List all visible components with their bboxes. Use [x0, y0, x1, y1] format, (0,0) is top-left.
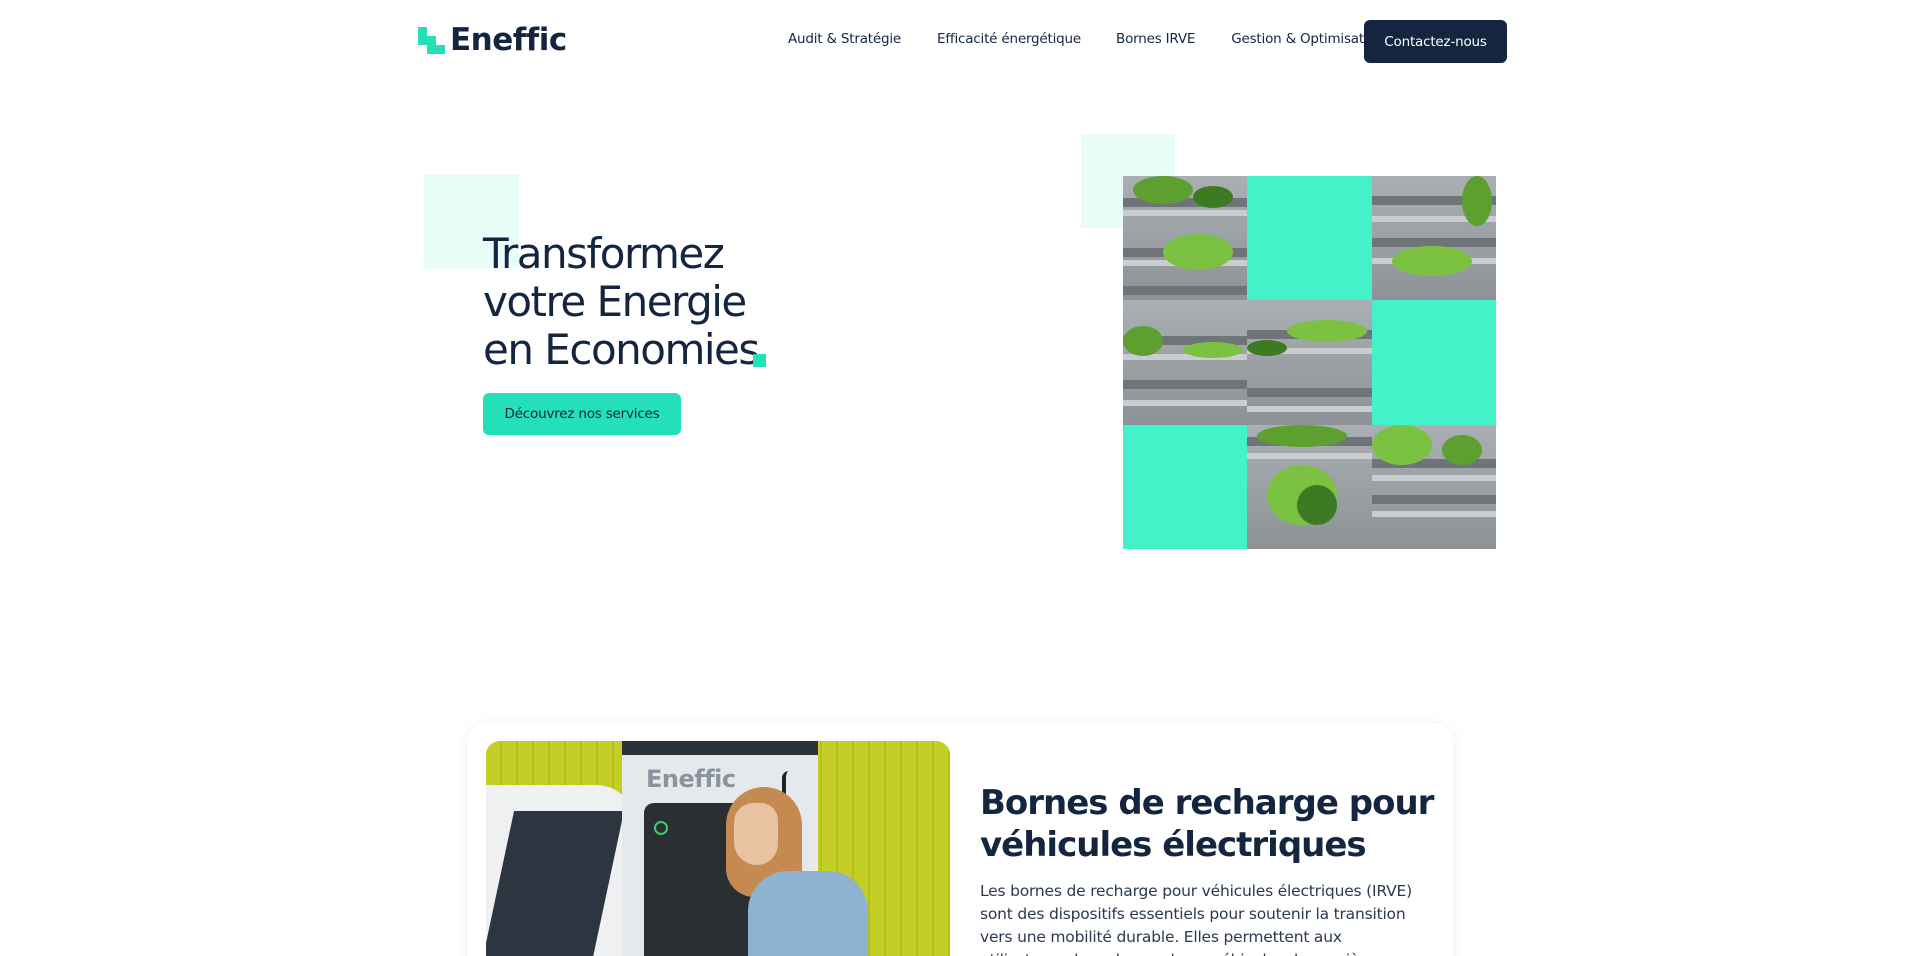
- main-nav: Audit & Stratégie Efficacité énergétique…: [788, 31, 1420, 47]
- hero-image-mosaic: [1123, 176, 1496, 549]
- hero-title-line: Transformez: [483, 229, 725, 278]
- nav-item-audit-strategie[interactable]: Audit & Stratégie: [788, 31, 901, 47]
- nav-item-bornes-irve[interactable]: Bornes IRVE: [1116, 31, 1195, 47]
- card-title-line: véhicules électriques: [980, 825, 1367, 865]
- hero-title-line: en Economies: [483, 325, 760, 374]
- logo-mark-icon: [418, 27, 445, 54]
- nav-item-gestion-optimisation[interactable]: Gestion & Optimisation: [1231, 31, 1384, 47]
- site-logo[interactable]: Eneffic: [418, 22, 567, 58]
- charger-logo-text: Eneffic: [646, 765, 736, 793]
- logo-text: Eneffic: [450, 22, 567, 58]
- mosaic-accent-tile: [1247, 176, 1372, 301]
- hero-title-line: votre Energie: [483, 277, 747, 326]
- card-title-line: Bornes de recharge pour: [980, 783, 1434, 823]
- building-photo-tile: [1123, 300, 1248, 425]
- contact-button[interactable]: Contactez-nous: [1364, 20, 1507, 63]
- card-description: Les bornes de recharge pour véhicules él…: [980, 882, 1412, 956]
- irve-service-card: Eneffic Bornes de recharge pour véhicule…: [468, 724, 1453, 956]
- nav-item-efficacite-energetique[interactable]: Efficacité énergétique: [937, 31, 1081, 47]
- ev-charger-image: Eneffic: [486, 741, 950, 956]
- hero-accent-dot: [753, 354, 766, 367]
- building-photo-tile: [1247, 300, 1372, 425]
- building-photo-tile: [1123, 176, 1248, 301]
- mosaic-accent-tile: [1371, 300, 1496, 425]
- mosaic-accent-tile: [1123, 424, 1248, 549]
- discover-services-button[interactable]: Découvrez nos services: [483, 393, 681, 435]
- building-photo-tile: [1371, 176, 1496, 301]
- hero-title: Transformez votre Energie en Economies: [483, 229, 760, 374]
- card-title: Bornes de recharge pour véhicules électr…: [980, 782, 1434, 866]
- building-photo-tile: [1371, 424, 1496, 549]
- site-header: Eneffic Audit & Stratégie Efficacité éne…: [0, 0, 1914, 84]
- building-photo-tile: [1247, 424, 1372, 549]
